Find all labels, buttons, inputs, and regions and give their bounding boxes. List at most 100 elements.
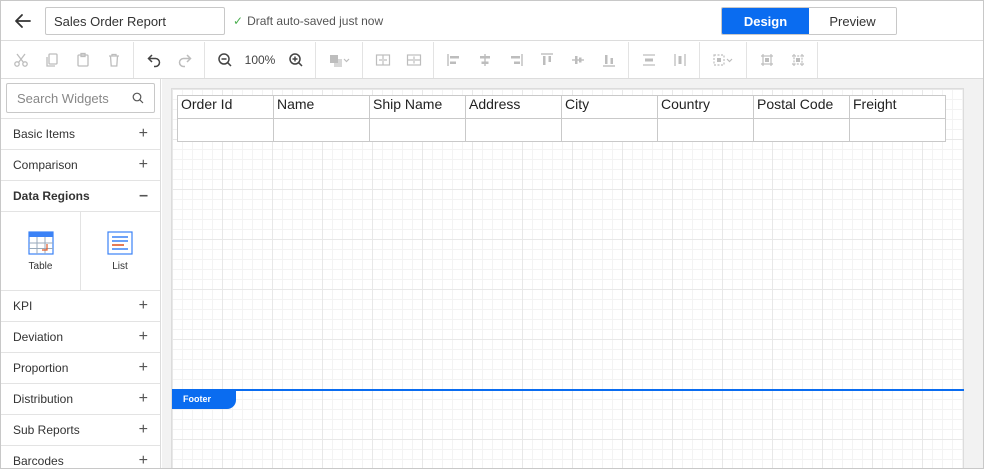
top-bar: ✓ Draft auto-saved just now Design Previ… xyxy=(1,1,983,41)
distribute-group xyxy=(629,42,700,78)
table-data-cell[interactable] xyxy=(561,118,658,142)
table-data-cell[interactable] xyxy=(465,118,562,142)
same-size-icon[interactable] xyxy=(704,45,742,75)
align-right-icon[interactable] xyxy=(500,45,531,75)
cut-icon[interactable] xyxy=(5,45,36,75)
category-distribution[interactable]: Distribution + xyxy=(1,383,160,414)
save-status: ✓ Draft auto-saved just now xyxy=(233,14,383,28)
category-label: Barcodes xyxy=(13,454,64,468)
table-header-cell[interactable]: City xyxy=(561,95,658,119)
table-header-cell[interactable]: Order Id xyxy=(177,95,274,119)
category-data-regions[interactable]: Data Regions – xyxy=(1,180,160,211)
search-widgets-input[interactable] xyxy=(17,90,127,106)
widget-category-list: Basic Items + Comparison + Data Regions … xyxy=(1,118,160,469)
widget-label: Table xyxy=(28,260,53,272)
footer-divider[interactable] xyxy=(172,389,964,391)
plus-icon[interactable]: + xyxy=(139,157,148,173)
table-data-cell[interactable] xyxy=(657,118,754,142)
plus-icon[interactable]: + xyxy=(139,126,148,142)
toolbar: 100% xyxy=(1,42,983,79)
table-header-cell[interactable]: Postal Code xyxy=(753,95,850,119)
table-data-cell[interactable] xyxy=(273,118,370,142)
ungroup-icon[interactable] xyxy=(782,45,813,75)
design-button[interactable]: Design xyxy=(722,8,809,34)
widget-list[interactable]: List xyxy=(80,212,159,290)
search-widgets-box xyxy=(6,83,155,113)
table-header-cell[interactable]: Name xyxy=(273,95,370,119)
align-top-icon[interactable] xyxy=(531,45,562,75)
back-arrow-icon[interactable] xyxy=(11,9,35,33)
design-area: Order Id Name Ship Name Address City Cou… xyxy=(162,79,983,468)
report-canvas[interactable]: Order Id Name Ship Name Address City Cou… xyxy=(171,88,964,468)
category-basic-items[interactable]: Basic Items + xyxy=(1,118,160,149)
category-sub-reports[interactable]: Sub Reports + xyxy=(1,414,160,445)
bring-to-front-icon[interactable] xyxy=(320,45,358,75)
table-header-cell[interactable]: Ship Name xyxy=(369,95,466,119)
spacing-group xyxy=(363,42,434,78)
table-data-row xyxy=(177,118,946,142)
data-regions-widgets: Table List xyxy=(1,211,160,290)
table-header-cell[interactable]: Address xyxy=(465,95,562,119)
paste-icon[interactable] xyxy=(67,45,98,75)
group-icon[interactable] xyxy=(751,45,782,75)
table-data-cell[interactable] xyxy=(369,118,466,142)
align-left-icon[interactable] xyxy=(438,45,469,75)
category-label: KPI xyxy=(13,299,33,313)
check-icon: ✓ xyxy=(233,14,244,28)
align-center-icon[interactable] xyxy=(469,45,500,75)
minus-icon[interactable]: – xyxy=(139,188,148,204)
plus-icon[interactable]: + xyxy=(139,298,148,314)
history-group xyxy=(134,42,205,78)
category-label: Comparison xyxy=(13,158,78,172)
zoom-in-icon[interactable] xyxy=(280,45,311,75)
list-icon xyxy=(107,230,133,255)
zoom-level[interactable]: 100% xyxy=(240,53,280,67)
plus-icon[interactable]: + xyxy=(139,422,148,438)
footer-label[interactable]: Footer xyxy=(172,391,236,409)
category-label: Sub Reports xyxy=(13,423,80,437)
delete-icon[interactable] xyxy=(98,45,129,75)
save-status-text: Draft auto-saved just now xyxy=(247,14,384,28)
vertical-space-icon[interactable] xyxy=(398,45,429,75)
plus-icon[interactable]: + xyxy=(139,329,148,345)
horizontal-space-icon[interactable] xyxy=(367,45,398,75)
category-deviation[interactable]: Deviation + xyxy=(1,321,160,352)
align-bottom-icon[interactable] xyxy=(593,45,624,75)
category-comparison[interactable]: Comparison + xyxy=(1,149,160,180)
category-label: Proportion xyxy=(13,361,69,375)
table-data-cell[interactable] xyxy=(849,118,946,142)
plus-icon[interactable]: + xyxy=(139,391,148,407)
distribute-vertical-icon[interactable] xyxy=(664,45,695,75)
order-group xyxy=(316,42,363,78)
widget-table[interactable]: Table xyxy=(1,212,80,290)
search-icon[interactable] xyxy=(132,92,144,104)
group-ungroup-group xyxy=(747,42,818,78)
table-data-cell[interactable] xyxy=(753,118,850,142)
preview-button[interactable]: Preview xyxy=(809,8,896,34)
clipboard-group xyxy=(1,42,134,78)
category-label: Basic Items xyxy=(13,127,76,141)
category-barcodes[interactable]: Barcodes + xyxy=(1,445,160,469)
report-title-input[interactable] xyxy=(45,7,225,35)
category-proportion[interactable]: Proportion + xyxy=(1,352,160,383)
table-data-cell[interactable] xyxy=(177,118,274,142)
redo-icon[interactable] xyxy=(169,45,200,75)
report-table[interactable]: Order Id Name Ship Name Address City Cou… xyxy=(177,95,946,142)
category-kpi[interactable]: KPI + xyxy=(1,290,160,321)
size-group xyxy=(700,42,747,78)
widget-label: List xyxy=(112,260,128,272)
plus-icon[interactable]: + xyxy=(139,453,148,469)
plus-icon[interactable]: + xyxy=(139,360,148,376)
zoom-out-icon[interactable] xyxy=(209,45,240,75)
copy-icon[interactable] xyxy=(36,45,67,75)
table-header-cell[interactable]: Freight xyxy=(849,95,946,119)
align-middle-icon[interactable] xyxy=(562,45,593,75)
table-header-cell[interactable]: Country xyxy=(657,95,754,119)
zoom-group: 100% xyxy=(205,42,316,78)
widget-sidebar: Basic Items + Comparison + Data Regions … xyxy=(1,79,161,469)
align-group xyxy=(434,42,629,78)
distribute-horizontal-icon[interactable] xyxy=(633,45,664,75)
table-icon xyxy=(27,230,54,255)
report-designer: ✓ Draft auto-saved just now Design Previ… xyxy=(0,0,984,469)
undo-icon[interactable] xyxy=(138,45,169,75)
